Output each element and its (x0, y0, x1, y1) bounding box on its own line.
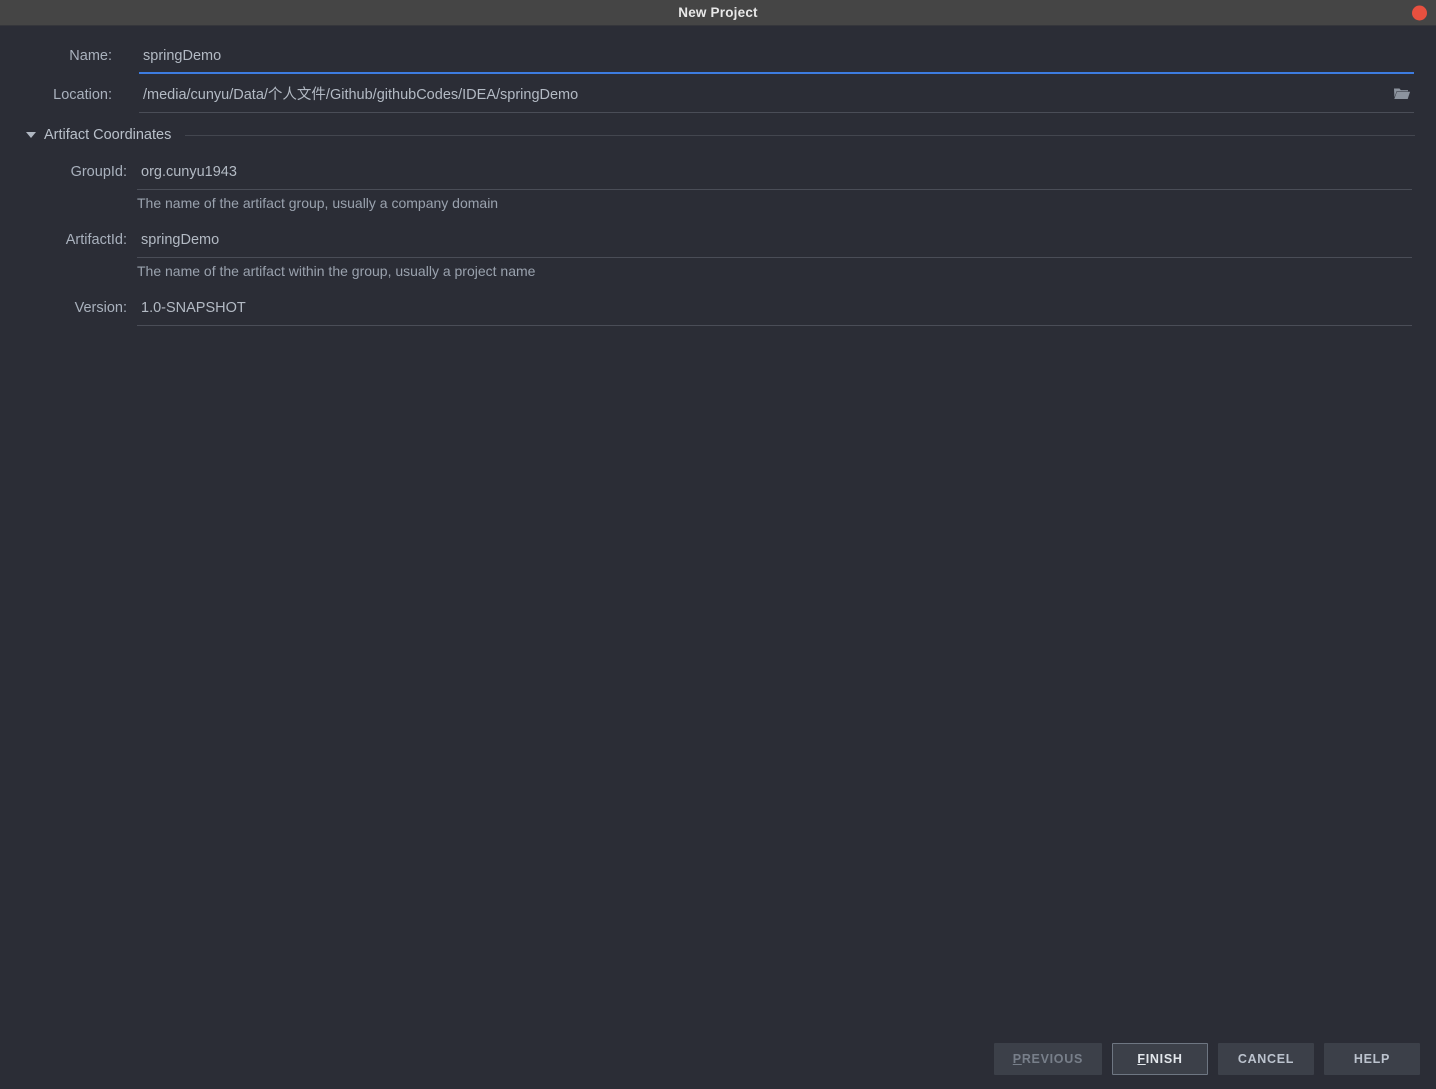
finish-button-label: INISH (1146, 1052, 1183, 1066)
artifactid-hint: The name of the artifact within the grou… (137, 263, 535, 279)
help-button[interactable]: HELP (1324, 1043, 1420, 1075)
name-input[interactable] (139, 46, 1414, 66)
location-input[interactable] (139, 85, 1414, 105)
finish-button-mnemonic: F (1137, 1052, 1145, 1066)
groupid-label: GroupId: (0, 162, 127, 182)
field-row-name: Name: (0, 46, 1414, 74)
cancel-button-label: CANCEL (1238, 1052, 1294, 1066)
artifact-coordinates-title: Artifact Coordinates (44, 127, 171, 143)
triangle-down-icon[interactable] (26, 132, 36, 138)
artifactid-label: ArtifactId: (0, 230, 127, 250)
finish-button[interactable]: FINISH (1112, 1043, 1208, 1075)
location-field-wrapper (139, 85, 1414, 113)
groupid-input[interactable] (137, 162, 1412, 182)
window-title: New Project (678, 5, 757, 20)
field-row-version: Version: (0, 298, 1412, 326)
location-input-underline (139, 112, 1414, 113)
previous-button-label: REVIOUS (1022, 1052, 1083, 1066)
dialog-content: Name: Location: Art (0, 26, 1436, 1089)
artifactid-input-underline (137, 257, 1412, 258)
previous-button-mnemonic: P (1013, 1052, 1022, 1066)
previous-button[interactable]: PREVIOUS (994, 1043, 1102, 1075)
cancel-button[interactable]: CANCEL (1218, 1043, 1314, 1075)
new-project-dialog: New Project Name: Location: (0, 0, 1436, 1089)
artifact-coordinates-section-header[interactable]: Artifact Coordinates (0, 124, 1415, 146)
field-row-artifactid: ArtifactId: (0, 230, 1412, 258)
groupid-hint: The name of the artifact group, usually … (137, 195, 498, 211)
version-field-wrapper (137, 298, 1412, 326)
version-input-underline (137, 325, 1412, 326)
title-bar: New Project (0, 0, 1436, 26)
artifactid-hint-row: The name of the artifact within the grou… (137, 261, 535, 281)
groupid-hint-row: The name of the artifact group, usually … (137, 193, 498, 213)
location-label: Location: (0, 85, 112, 105)
groupid-field-wrapper (137, 162, 1412, 190)
folder-open-icon[interactable] (1392, 84, 1412, 102)
version-label: Version: (0, 298, 127, 318)
field-row-groupid: GroupId: (0, 162, 1412, 190)
close-circle-icon[interactable] (1412, 5, 1427, 20)
name-label: Name: (0, 46, 112, 66)
groupid-input-underline (137, 189, 1412, 190)
artifactid-field-wrapper (137, 230, 1412, 258)
help-button-label: HELP (1354, 1052, 1390, 1066)
section-divider (185, 135, 1415, 136)
version-input[interactable] (137, 298, 1412, 318)
dialog-footer: PREVIOUS FINISH CANCEL HELP (994, 1043, 1420, 1075)
name-input-underline (139, 72, 1414, 74)
artifactid-input[interactable] (137, 230, 1412, 250)
field-row-location: Location: (0, 85, 1414, 113)
name-field-wrapper (139, 46, 1414, 74)
